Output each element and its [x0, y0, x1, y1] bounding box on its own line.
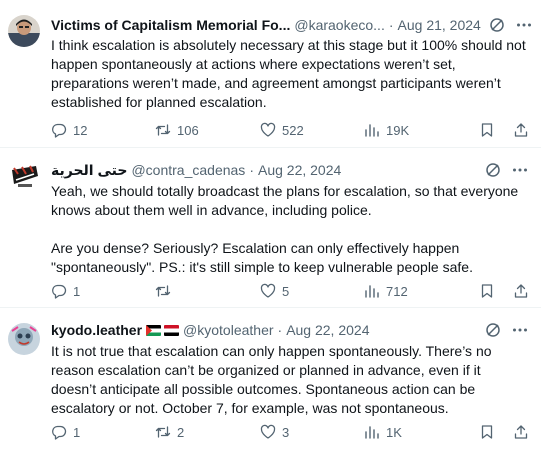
separator-dot: · [388, 17, 394, 33]
like-button[interactable]: 522 [260, 122, 364, 138]
grok-icon[interactable] [485, 322, 501, 338]
like-button[interactable]: 5 [260, 283, 364, 299]
author-name[interactable]: Victims of Capitalism Memorial Fo... [51, 15, 290, 35]
avatar[interactable] [8, 160, 40, 192]
repost-button[interactable]: 2 [155, 424, 260, 440]
like-icon [260, 122, 276, 137]
tweet-date[interactable]: Aug 22, 2024 [286, 320, 369, 340]
more-icon[interactable] [515, 16, 533, 34]
repost-icon [155, 124, 171, 136]
view-count: 1K [386, 424, 402, 440]
author-handle[interactable]: @kyotoleather [183, 320, 273, 340]
more-icon[interactable] [511, 161, 529, 179]
views-icon [365, 285, 379, 298]
reply-button[interactable]: 12 [51, 122, 155, 138]
tweet-paragraph: It is not true that escalation can only … [51, 343, 492, 416]
avatar[interactable] [8, 323, 40, 355]
tweet-paragraph: Yeah, we should totally broadcast the pl… [51, 183, 519, 218]
views-button[interactable]: 1K [364, 424, 469, 440]
views-button[interactable]: 19K [364, 122, 469, 138]
repost-button[interactable] [155, 283, 260, 299]
bookmark-icon[interactable] [479, 122, 495, 138]
view-count: 19K [386, 122, 410, 138]
reply-count: 1 [73, 424, 81, 440]
reply-count: 1 [73, 283, 81, 299]
tweet[interactable]: Victims of Capitalism Memorial Fo... @ka… [0, 0, 541, 148]
action-bar: 1 5 712 [51, 281, 529, 301]
grok-icon[interactable] [489, 17, 505, 33]
repost-icon [155, 426, 171, 438]
tweet-paragraph: Are you dense? Seriously? Escalation can… [51, 240, 473, 275]
like-icon [260, 283, 276, 298]
views-button[interactable]: 712 [364, 283, 469, 299]
reply-button[interactable]: 1 [51, 424, 155, 440]
flag-emojis [146, 324, 180, 336]
share-icon[interactable] [513, 424, 529, 440]
author-handle[interactable]: @karaokeco... [294, 15, 384, 35]
bookmark-icon[interactable] [479, 424, 495, 440]
separator-dot: · [277, 322, 283, 338]
tweet-paragraph: I think escalation is absolutely necessa… [51, 37, 526, 110]
action-bar: 12 106 522 19K [51, 120, 529, 140]
like-count: 3 [282, 424, 290, 440]
tweet[interactable]: kyodo.leather @kyotoleather · Aug 22, 20… [0, 308, 541, 459]
author-name[interactable]: kyodo.leather [51, 320, 142, 340]
tweet-date[interactable]: Aug 21, 2024 [398, 15, 481, 35]
share-icon[interactable] [513, 122, 529, 138]
reply-icon [52, 284, 67, 299]
author-handle[interactable]: @contra_cadenas [131, 160, 245, 180]
tweet-date[interactable]: Aug 22, 2024 [258, 160, 341, 180]
reply-button[interactable]: 1 [51, 283, 155, 299]
tweet-text: It is not true that escalation can only … [51, 342, 529, 418]
tweet-text: Yeah, we should totally broadcast the pl… [51, 182, 529, 277]
more-icon[interactable] [511, 321, 529, 339]
repost-count: 2 [177, 424, 185, 440]
like-icon [260, 424, 276, 439]
like-button[interactable]: 3 [260, 424, 364, 440]
like-count: 5 [282, 283, 290, 299]
like-count: 522 [282, 122, 304, 138]
reply-icon [52, 425, 67, 440]
views-icon [365, 124, 379, 137]
reply-count: 12 [73, 122, 88, 138]
share-icon[interactable] [513, 283, 529, 299]
repost-button[interactable]: 106 [155, 122, 260, 138]
tweet[interactable]: حتى الحرية @contra_cadenas · Aug 22, 202… [0, 148, 541, 308]
author-name[interactable]: حتى الحرية [51, 160, 127, 180]
repost-icon [155, 285, 171, 297]
avatar[interactable] [8, 15, 40, 47]
view-count: 712 [386, 283, 408, 299]
separator-dot: · [249, 162, 254, 178]
bookmark-icon[interactable] [479, 283, 495, 299]
repost-count: 106 [177, 122, 199, 138]
action-bar: 1 2 3 1K [51, 422, 529, 442]
yemen-flag-icon [164, 324, 180, 336]
palestine-flag-icon [146, 324, 162, 336]
tweet-text: I think escalation is absolutely necessa… [51, 36, 529, 112]
reply-icon [52, 123, 67, 138]
views-icon [365, 426, 379, 439]
grok-icon[interactable] [485, 162, 501, 178]
